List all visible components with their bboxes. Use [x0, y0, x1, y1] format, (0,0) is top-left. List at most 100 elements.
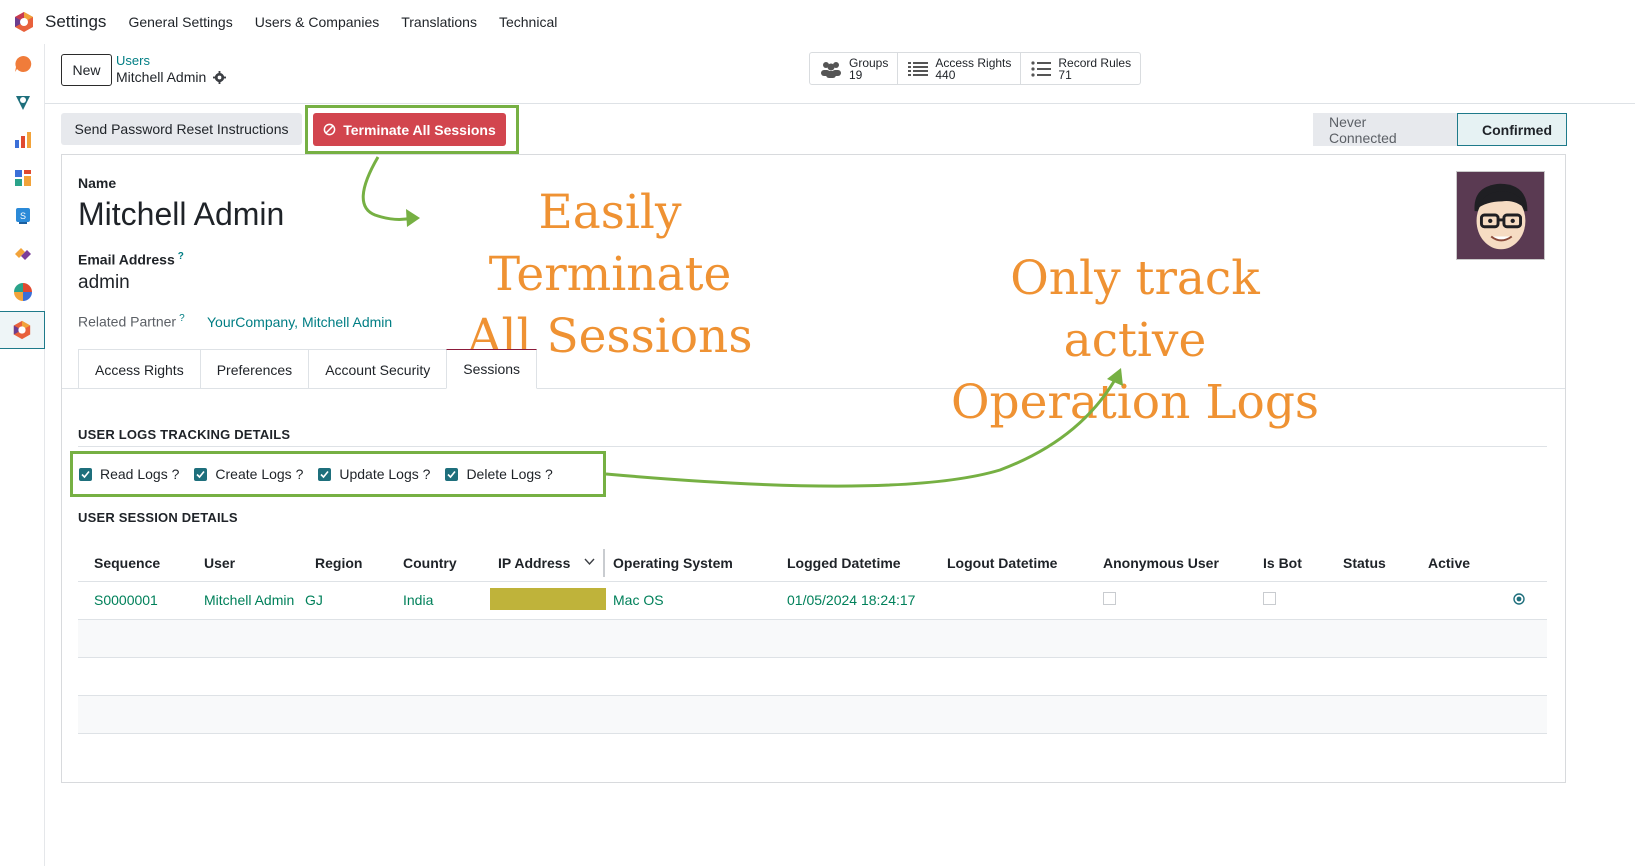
annotation-terminate: Easily Terminate All Sessions — [425, 182, 795, 368]
reporting-icon[interactable] — [0, 121, 45, 159]
groups-smart-button[interactable]: Groups 19 — [810, 53, 899, 84]
tab-access-rights[interactable]: Access Rights — [78, 349, 201, 389]
cell-is-bot — [1247, 581, 1327, 620]
create-logs-checkbox[interactable]: Create Logs ? — [194, 466, 303, 482]
read-logs-checkbox[interactable]: Read Logs ? — [79, 466, 179, 482]
col-logged-datetime[interactable]: Logged Datetime — [771, 545, 931, 582]
cell-operating-system: Mac OS — [605, 581, 771, 620]
delete-logs-checkbox[interactable]: Delete Logs ? — [445, 466, 553, 482]
is-bot-checkbox — [1263, 592, 1276, 605]
col-ip-address[interactable]: IP Address — [482, 545, 605, 582]
record-rules-count: 71 — [1058, 67, 1072, 82]
annotation-terminate-line1: Easily Terminate — [488, 185, 732, 302]
col-logout-datetime[interactable]: Logout Datetime — [931, 545, 1087, 582]
settings-icon[interactable] — [0, 311, 45, 349]
delete-logs-label: Delete Logs ? — [466, 466, 553, 482]
gear-icon[interactable] — [213, 70, 227, 84]
active-toggle-icon[interactable] — [1513, 593, 1525, 605]
documents-icon[interactable]: S — [0, 197, 45, 235]
odoo-app-icon[interactable] — [13, 11, 35, 33]
send-password-reset-button[interactable]: Send Password Reset Instructions — [61, 113, 302, 145]
logs-section-divider — [78, 446, 1547, 447]
empty-row — [78, 619, 1547, 658]
list-icon — [908, 61, 929, 76]
discuss-icon[interactable] — [0, 45, 45, 83]
cell-logout-datetime — [931, 581, 1087, 620]
email-field[interactable]: admin — [78, 272, 130, 294]
table-row[interactable]: S0000001 Mitchell Admin GJ India Mac OS … — [78, 581, 1547, 620]
col-status[interactable]: Status — [1327, 545, 1412, 582]
empty-row — [78, 657, 1547, 696]
update-logs-checkbox[interactable]: Update Logs ? — [318, 466, 430, 482]
terminate-label: Terminate All Sessions — [343, 121, 496, 138]
access-rights-label: Access Rights — [935, 55, 1012, 70]
groups-label: Groups — [849, 55, 889, 70]
sessions-table: Sequence User Region Country IP Address … — [78, 545, 1547, 734]
name-field[interactable]: Mitchell Admin — [78, 196, 284, 233]
email-help-tooltip[interactable]: ? — [178, 251, 184, 262]
stage-never-connected[interactable]: Never Connected — [1313, 113, 1457, 146]
groups-count: 19 — [849, 67, 863, 82]
cell-status — [1327, 581, 1412, 620]
pie-icon[interactable] — [0, 273, 45, 311]
col-is-bot[interactable]: Is Bot — [1247, 545, 1327, 582]
annotation-logs-line1: Only track active — [1010, 251, 1260, 368]
checkbox-checked-icon — [445, 467, 459, 481]
control-panel: New Users Mitchell Admin Groups 19 Access… — [45, 44, 1635, 104]
cell-sequence: S0000001 — [78, 581, 188, 620]
checkbox-checked-icon — [194, 467, 208, 481]
col-sequence[interactable]: Sequence — [78, 545, 188, 582]
stage-confirmed[interactable]: Confirmed — [1457, 113, 1567, 146]
record-rules-label: Record Rules — [1058, 55, 1132, 70]
anonymous-checkbox — [1103, 592, 1116, 605]
status-bar: Never Connected Confirmed — [1313, 113, 1567, 146]
menu-translations[interactable]: Translations — [401, 14, 477, 30]
chevron-down-icon[interactable] — [584, 558, 595, 566]
col-operating-system[interactable]: Operating System — [605, 545, 771, 582]
menu-general-settings[interactable]: General Settings — [128, 14, 232, 30]
vpn-icon[interactable] — [0, 83, 45, 121]
col-anonymous-user[interactable]: Anonymous User — [1087, 545, 1247, 582]
record-rules-smart-button[interactable]: Record Rules 71 — [1021, 53, 1140, 84]
col-user[interactable]: User — [188, 545, 299, 582]
list-bullets-icon — [1031, 60, 1052, 77]
access-rights-smart-button[interactable]: Access Rights 440 — [898, 53, 1022, 84]
app-sidebar: S — [0, 44, 45, 866]
menu-users-companies[interactable]: Users & Companies — [255, 14, 380, 30]
terminate-all-sessions-button[interactable]: Terminate All Sessions — [313, 113, 506, 146]
menu-technical[interactable]: Technical — [499, 14, 557, 30]
tab-sessions[interactable]: Sessions — [446, 349, 538, 389]
app-title[interactable]: Settings — [45, 12, 106, 32]
new-button[interactable]: New — [61, 54, 112, 86]
related-partner-label: Related Partner? — [78, 313, 185, 330]
update-logs-label: Update Logs ? — [339, 466, 431, 482]
dashboard-icon[interactable] — [0, 159, 45, 197]
avatar[interactable] — [1456, 171, 1545, 260]
related-partner-label-text: Related Partner — [78, 313, 177, 330]
logs-checkboxes: Read Logs ? Create Logs ? Update Logs ? … — [79, 466, 568, 482]
partner-help-tooltip[interactable]: ? — [179, 313, 185, 324]
integration-icon[interactable] — [0, 235, 45, 273]
email-label-text: Email Address — [78, 251, 175, 268]
cell-anonymous-user — [1087, 581, 1247, 620]
create-logs-label: Create Logs ? — [215, 466, 304, 482]
tab-preferences[interactable]: Preferences — [199, 349, 310, 389]
related-partner-link[interactable]: YourCompany, Mitchell Admin — [207, 314, 392, 330]
email-label: Email Address? — [78, 251, 184, 268]
notebook-tabs: Access Rights Preferences Account Securi… — [78, 349, 538, 389]
cell-region: GJ — [299, 581, 387, 620]
ip-redaction-block — [490, 587, 606, 610]
table-header-row: Sequence User Region Country IP Address … — [78, 545, 1547, 582]
cell-user: Mitchell Admin — [188, 581, 299, 620]
col-active[interactable]: Active — [1412, 545, 1547, 582]
cell-logged-datetime: 01/05/2024 18:24:17 — [771, 581, 931, 620]
tabs-divider — [62, 388, 1565, 389]
logs-section-title: USER LOGS TRACKING DETAILS — [78, 427, 291, 442]
name-label: Name — [78, 175, 117, 191]
breadcrumb-current: Mitchell Admin — [116, 69, 227, 85]
col-country[interactable]: Country — [387, 545, 482, 582]
breadcrumb-users[interactable]: Users — [116, 53, 150, 68]
col-ip-address-label: IP Address — [498, 554, 571, 571]
ban-icon — [323, 123, 336, 136]
col-region[interactable]: Region — [299, 545, 387, 582]
